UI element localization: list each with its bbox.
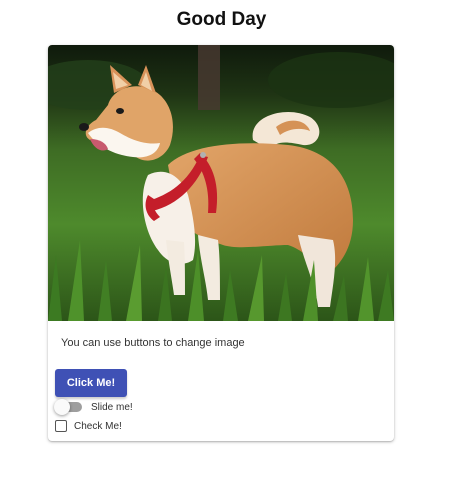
page-title: Good Day [176,9,267,30]
checkbox-label: Check Me! [74,420,122,432]
card-description: You can use buttons to change image [61,337,245,349]
toggle-track[interactable] [54,399,82,415]
click-me-button[interactable]: Click Me! [55,369,127,397]
toggle-label: Slide me! [91,401,133,413]
dog-photo [48,45,394,321]
check-me-checkbox[interactable]: Check Me! [55,418,122,434]
image-card: You can use buttons to change image Clic… [48,45,394,441]
toggle-thumb[interactable] [54,399,70,415]
slide-toggle[interactable]: Slide me! [54,399,133,415]
checkbox-box[interactable] [55,420,67,432]
